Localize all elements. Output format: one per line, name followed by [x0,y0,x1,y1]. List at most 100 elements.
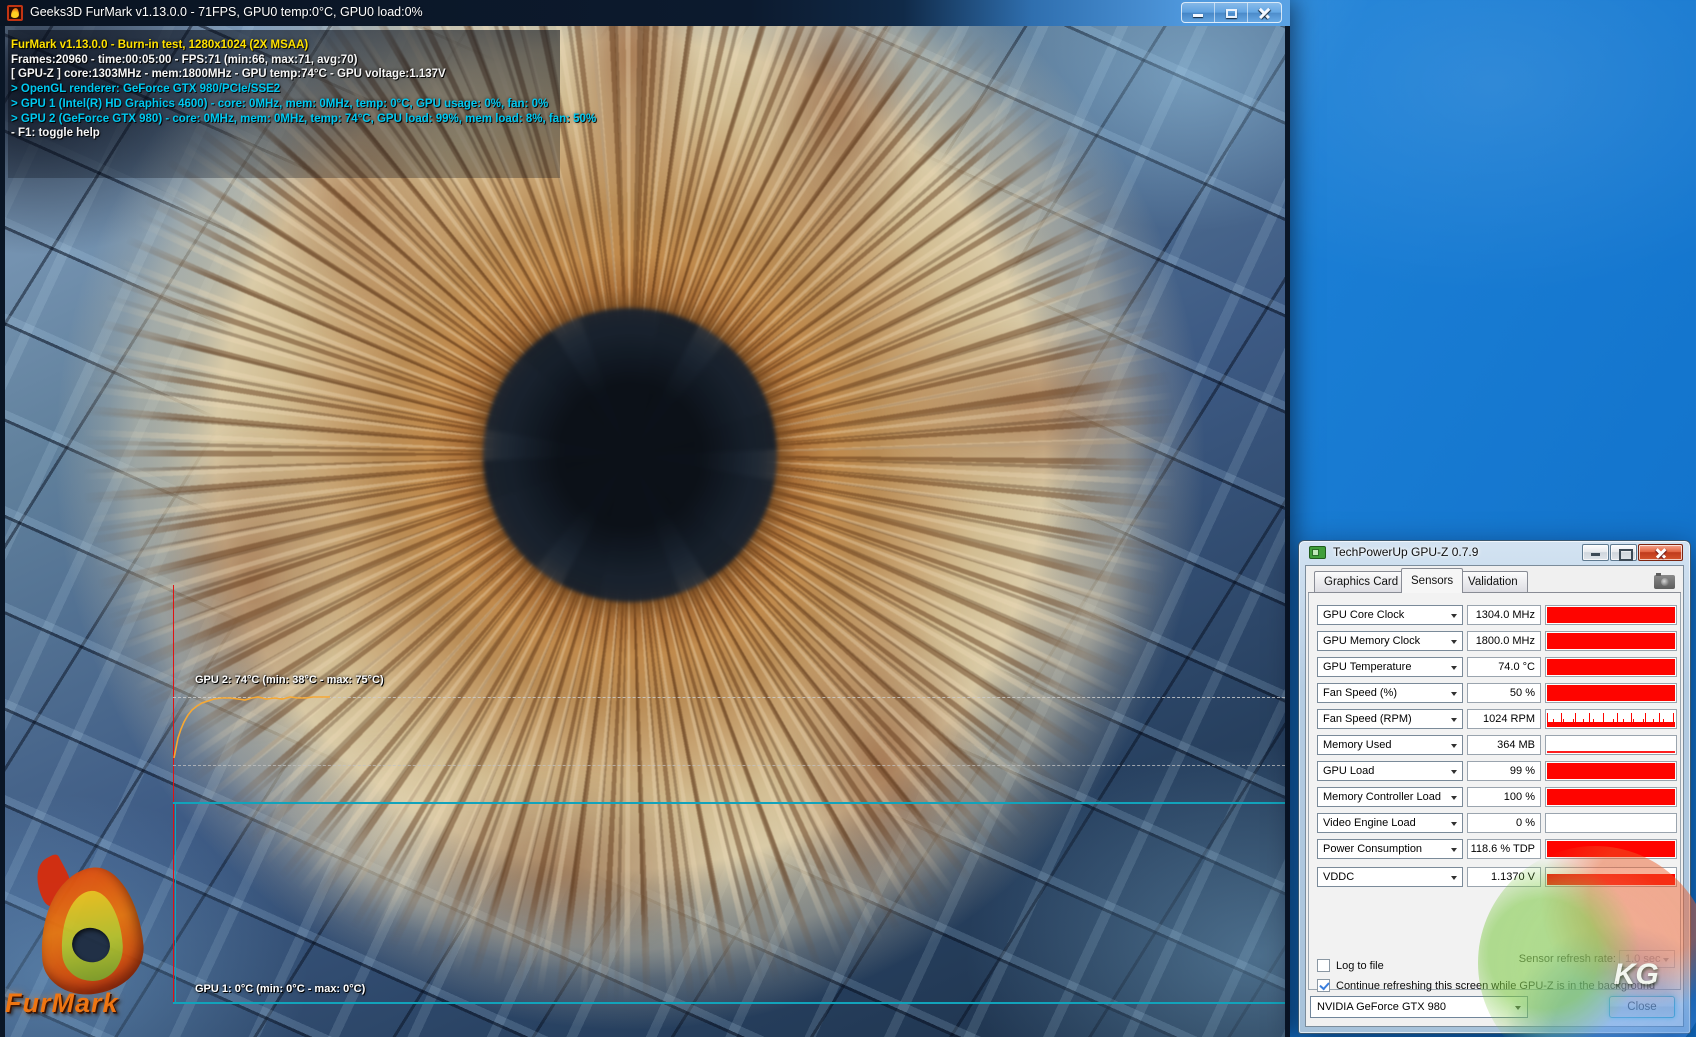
chevron-down-icon [1451,876,1457,880]
gpu-selector-dropdown[interactable]: NVIDIA GeForce GTX 980 [1310,996,1528,1018]
sensor-label: Memory Used [1323,739,1392,751]
sensor-graph [1545,735,1677,755]
furmark-stats-overlay: FurMark v1.13.0.0 - Burn-in test, 1280x1… [11,38,596,141]
maximize-button[interactable] [1215,3,1248,22]
close-dialog-button[interactable]: Close [1609,996,1675,1018]
sensor-value: 0 % [1467,813,1541,833]
sensor-value: 1800.0 MHz [1467,631,1541,651]
sensor-name-dropdown[interactable]: Power Consumption [1317,839,1463,859]
sensor-name-dropdown[interactable]: GPU Memory Clock [1317,631,1463,651]
sensor-label: Fan Speed (RPM) [1323,713,1412,725]
log-to-file-label[interactable]: Log to file [1336,960,1384,972]
sensor-graph [1545,631,1677,651]
sensor-row: Video Engine Load 0 % [1309,813,1680,833]
sensor-label: GPU Load [1323,765,1375,777]
sensor-row: GPU Temperature 74.0 °C [1309,657,1680,677]
gpu-selector-value: NVIDIA GeForce GTX 980 [1317,1001,1446,1013]
sensor-value: 118.6 % TDP [1467,839,1541,859]
gpuz-window: TechPowerUp GPU-Z 0.7.9 Graphics Card Se… [1298,540,1691,1034]
continue-refreshing-checkbox[interactable] [1317,979,1330,992]
furmark-window-title: Geeks3D FurMark v1.13.0.0 - 71FPS, GPU0 … [30,5,423,19]
chevron-down-icon [1451,770,1457,774]
sensor-name-dropdown[interactable]: Video Engine Load [1317,813,1463,833]
close-button[interactable] [1638,544,1683,561]
gpu1-temp-label: GPU 1: 0°C (min: 0°C - max: 0°C) [195,983,366,995]
maximize-icon [1226,9,1237,18]
sensor-refresh-rate-value: 1.0 sec [1625,953,1661,965]
chevron-down-icon [1451,848,1457,852]
sensor-graph [1545,839,1677,859]
sensor-refresh-rate-dropdown[interactable]: 1.0 sec [1619,950,1675,968]
furmark-flame-logo [26,852,148,999]
overlay-gpu2-line: > GPU 2 (GeForce GTX 980) - core: 0MHz, … [11,112,597,125]
chevron-down-icon [1451,796,1457,800]
gpuz-titlebar[interactable]: TechPowerUp GPU-Z 0.7.9 [1299,541,1690,565]
sensor-row: GPU Load 99 % [1309,761,1680,781]
overlay-frames-line: Frames:20960 - time:00:05:00 - FPS:71 (m… [11,53,358,66]
close-button[interactable] [1248,3,1281,22]
sensor-name-dropdown[interactable]: GPU Temperature [1317,657,1463,677]
screenshot-camera-icon[interactable] [1654,573,1675,589]
sensor-graph [1545,813,1677,833]
sensor-row: GPU Core Clock 1304.0 MHz [1309,605,1680,625]
gpu2-temperature-curve [173,696,330,759]
minimize-icon [1193,14,1203,17]
sensor-graph [1545,605,1677,625]
minimize-button[interactable] [1582,544,1609,561]
sensor-value: 1304.0 MHz [1467,605,1541,625]
sensor-name-dropdown[interactable]: GPU Core Clock [1317,605,1463,625]
sensor-name-dropdown[interactable]: VDDC [1317,867,1463,887]
sensor-graph [1545,709,1677,729]
minimize-button[interactable] [1182,3,1215,22]
sensor-row: VDDC 1.1370 V [1309,867,1680,887]
chevron-down-icon [1515,1006,1521,1010]
sensor-row: Fan Speed (RPM) 1024 RPM [1309,709,1680,729]
sensor-name-dropdown[interactable]: Memory Used [1317,735,1463,755]
sensor-name-dropdown[interactable]: Fan Speed (RPM) [1317,709,1463,729]
chevron-down-icon [1451,822,1457,826]
furmark-render-scene: FurMark v1.13.0.0 - Burn-in test, 1280x1… [5,26,1285,1037]
chevron-down-icon [1451,692,1457,696]
sensor-name-dropdown[interactable]: GPU Load [1317,761,1463,781]
furmark-titlebar[interactable]: Geeks3D FurMark v1.13.0.0 - 71FPS, GPU0 … [0,0,1290,26]
sensor-row: Memory Used 364 MB [1309,735,1680,755]
continue-refreshing-label[interactable]: Continue refreshing this screen while GP… [1336,980,1655,992]
tab-graphics-card[interactable]: Graphics Card [1314,571,1409,593]
sensor-graph [1545,683,1677,703]
sensor-label: GPU Core Clock [1323,609,1405,621]
overlay-test-line: FurMark v1.13.0.0 - Burn-in test, 1280x1… [11,39,309,51]
chevron-down-icon [1451,640,1457,644]
sensor-value: 364 MB [1467,735,1541,755]
furmark-window: Geeks3D FurMark v1.13.0.0 - 71FPS, GPU0 … [0,0,1290,1037]
gpuz-window-title: TechPowerUp GPU-Z 0.7.9 [1333,545,1479,559]
sensor-row: Fan Speed (%) 50 % [1309,683,1680,703]
sensor-graph [1545,657,1677,677]
overlay-gpu1-line: > GPU 1 (Intel(R) HD Graphics 4600) - co… [11,97,549,110]
gpuz-app-icon [1309,546,1326,559]
sensor-graph [1545,761,1677,781]
maximize-button[interactable] [1610,544,1637,561]
sensor-label: GPU Temperature [1323,661,1412,673]
tab-sensors[interactable]: Sensors [1401,568,1464,593]
sensor-label: Fan Speed (%) [1323,687,1397,699]
sensor-value: 50 % [1467,683,1541,703]
log-to-file-checkbox[interactable] [1317,959,1330,972]
sensor-label: GPU Memory Clock [1323,635,1421,647]
tab-validation[interactable]: Validation [1458,571,1528,593]
sensor-value: 1.1370 V [1467,867,1541,887]
furmark-app-icon [7,5,23,21]
overlay-renderer-line: > OpenGL renderer: GeForce GTX 980/PCIe/… [11,83,281,96]
graph-left-axis [175,802,176,1002]
sensor-value: 74.0 °C [1467,657,1541,677]
tab-strip-line [1308,592,1681,593]
sensor-name-dropdown[interactable]: Memory Controller Load [1317,787,1463,807]
chevron-down-icon [1451,666,1457,670]
sensor-row: Memory Controller Load 100 % [1309,787,1680,807]
sensor-name-dropdown[interactable]: Fan Speed (%) [1317,683,1463,703]
sensor-value: 99 % [1467,761,1541,781]
sensor-refresh-rate-label: Sensor refresh rate: [1518,953,1616,965]
sensor-label: VDDC [1323,871,1355,883]
sensor-graph [1545,787,1677,807]
chevron-down-icon [1451,614,1457,618]
furmark-logo-text: FurMark [5,988,119,1018]
